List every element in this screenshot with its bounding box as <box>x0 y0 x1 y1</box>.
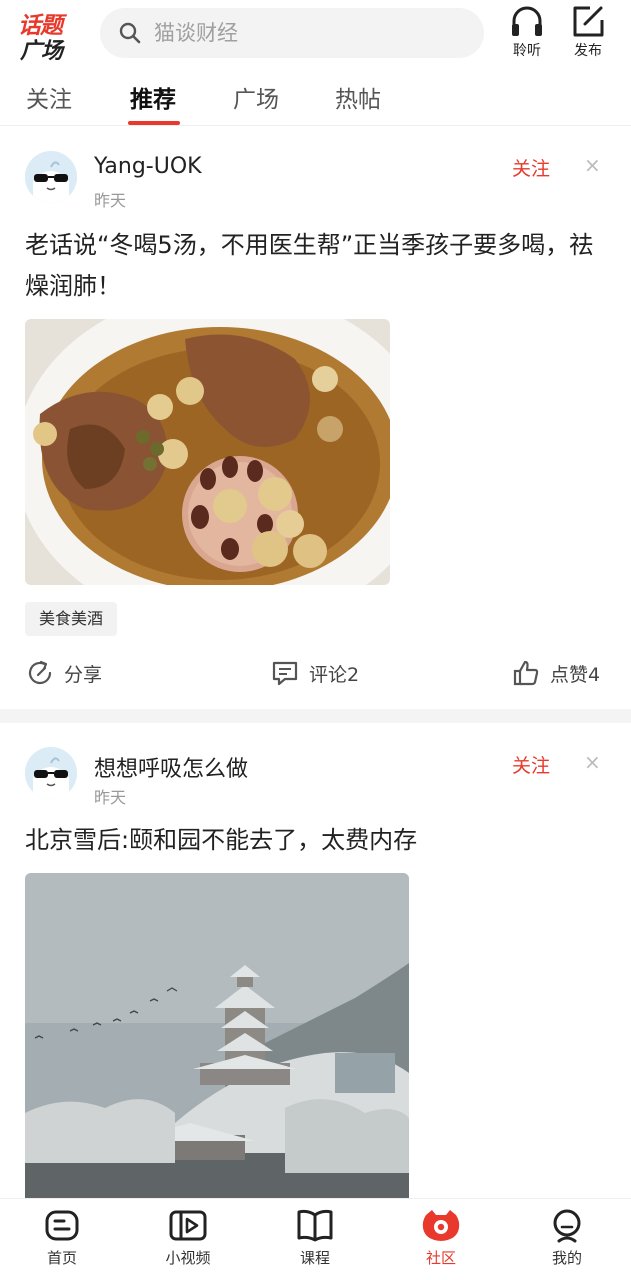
like-button[interactable]: 点赞4 <box>512 657 600 689</box>
avatar[interactable] <box>25 747 77 799</box>
publish-label: 发布 <box>574 43 602 59</box>
post-title[interactable]: 北京雪后:颐和园不能去了，太费内存 <box>25 820 605 861</box>
nav-courses[interactable]: 课程 <box>270 1207 360 1268</box>
feed-tabs: 关注 推荐 广场 热帖 <box>0 70 631 126</box>
feed-post[interactable]: Yang-UOK 昨天 关注 × 老话说“冬喝5汤，不用医生帮”正当季孩子要多喝… <box>0 127 631 709</box>
nav-home-label: 首页 <box>46 1249 77 1267</box>
share-label: 分享 <box>64 663 103 686</box>
headphones-icon <box>512 6 542 36</box>
follow-button[interactable]: 关注 <box>512 154 550 181</box>
summer-palace-snow-image <box>25 873 409 1198</box>
nav-short-video[interactable]: 小视频 <box>143 1207 233 1268</box>
profile-icon <box>553 1209 581 1243</box>
video-icon <box>169 1210 207 1241</box>
username[interactable]: Yang-UOK <box>94 154 202 179</box>
home-icon <box>45 1210 79 1241</box>
tab-hot[interactable]: 热帖 <box>335 80 381 114</box>
nav-profile[interactable]: 我的 <box>522 1207 612 1268</box>
search-icon <box>119 22 141 44</box>
tab-square[interactable]: 广场 <box>233 80 279 114</box>
feed-post[interactable]: 想想呼吸怎么做 昨天 关注 × 北京雪后:颐和园不能去了，太费内存 <box>0 723 631 1198</box>
share-button[interactable]: 分享 <box>26 657 102 689</box>
post-title[interactable]: 老话说“冬喝5汤，不用医生帮”正当季孩子要多喝，祛燥润肺！ <box>25 225 605 307</box>
post-image[interactable] <box>25 319 390 585</box>
topic-square-logo[interactable]: 话题 广场 <box>18 6 80 64</box>
edit-icon <box>573 6 604 37</box>
nav-profile-label: 我的 <box>551 1249 582 1267</box>
username[interactable]: 想想呼吸怎么做 <box>94 751 248 783</box>
nav-home[interactable]: 首页 <box>17 1207 107 1268</box>
nav-community[interactable]: 社区 <box>396 1207 486 1268</box>
close-icon[interactable]: × <box>584 750 601 774</box>
active-tab-indicator <box>128 121 180 125</box>
comment-icon <box>272 661 298 686</box>
nav-courses-label: 课程 <box>299 1249 330 1267</box>
comment-button[interactable]: 评论2 <box>271 657 359 689</box>
share-icon <box>28 660 52 685</box>
listen-button[interactable]: 聆听 <box>504 4 550 64</box>
comment-label: 评论2 <box>309 663 360 686</box>
publish-button[interactable]: 发布 <box>565 4 611 64</box>
thumbs-up-icon <box>513 660 539 686</box>
topic-tag[interactable]: 美食美酒 <box>25 602 118 636</box>
search-bar[interactable] <box>100 8 484 58</box>
book-icon <box>297 1209 333 1242</box>
nav-community-label: 社区 <box>425 1249 456 1267</box>
nav-short-video-label: 小视频 <box>165 1249 211 1267</box>
avatar[interactable] <box>25 151 77 203</box>
bottom-nav: 首页 小视频 课程 社区 我的 <box>0 1198 631 1280</box>
post-image[interactable] <box>25 873 409 1198</box>
post-divider <box>0 709 631 723</box>
follow-button[interactable]: 关注 <box>512 751 550 778</box>
lotus-soup-image <box>25 319 390 585</box>
search-input[interactable] <box>152 8 472 58</box>
post-time: 昨天 <box>94 191 127 210</box>
tab-recommend[interactable]: 推荐 <box>130 80 176 114</box>
post-time: 昨天 <box>94 788 127 807</box>
like-label: 点赞4 <box>550 663 601 686</box>
close-icon[interactable]: × <box>584 153 601 177</box>
listen-label: 聆听 <box>513 43 541 59</box>
community-icon <box>422 1210 460 1241</box>
tab-follow[interactable]: 关注 <box>26 80 72 114</box>
logo-line2: 广场 <box>20 39 63 64</box>
top-header: 话题 广场 聆听 发布 <box>0 0 631 70</box>
